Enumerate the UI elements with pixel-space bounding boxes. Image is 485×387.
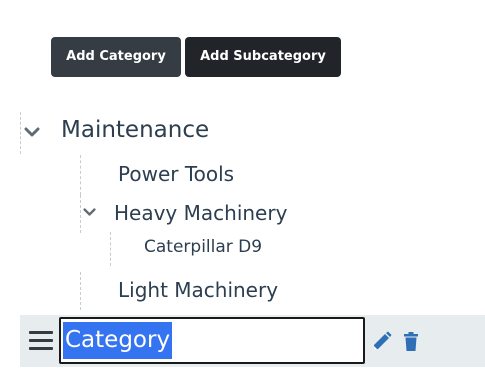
category-name-input[interactable] — [59, 317, 365, 364]
tree-guide-line-power-tools — [80, 155, 81, 195]
tree-node-heavy-machinery[interactable]: Heavy Machinery — [114, 201, 287, 225]
chevron-down-icon[interactable] — [24, 126, 40, 138]
tree-guide-line-heavy-machinery — [80, 195, 81, 233]
add-subcategory-button[interactable]: Add Subcategory — [185, 37, 341, 77]
tree-guide-line-light-machinery — [80, 272, 81, 310]
pencil-icon[interactable] — [372, 331, 392, 351]
drag-handle-icon[interactable] — [29, 331, 53, 351]
tree-node-power-tools[interactable]: Power Tools — [118, 162, 234, 186]
tree-node-light-machinery[interactable]: Light Machinery — [118, 278, 278, 302]
tree-node-caterpillar-d9[interactable]: Caterpillar D9 — [144, 237, 262, 257]
trash-icon[interactable] — [403, 332, 419, 351]
add-category-button[interactable]: Add Category — [51, 37, 181, 77]
tree-node-maintenance[interactable]: Maintenance — [61, 117, 209, 143]
tree-guide-line-root — [20, 112, 21, 154]
tree-guide-line-caterpillar — [110, 232, 111, 266]
chevron-down-icon[interactable] — [83, 207, 96, 217]
